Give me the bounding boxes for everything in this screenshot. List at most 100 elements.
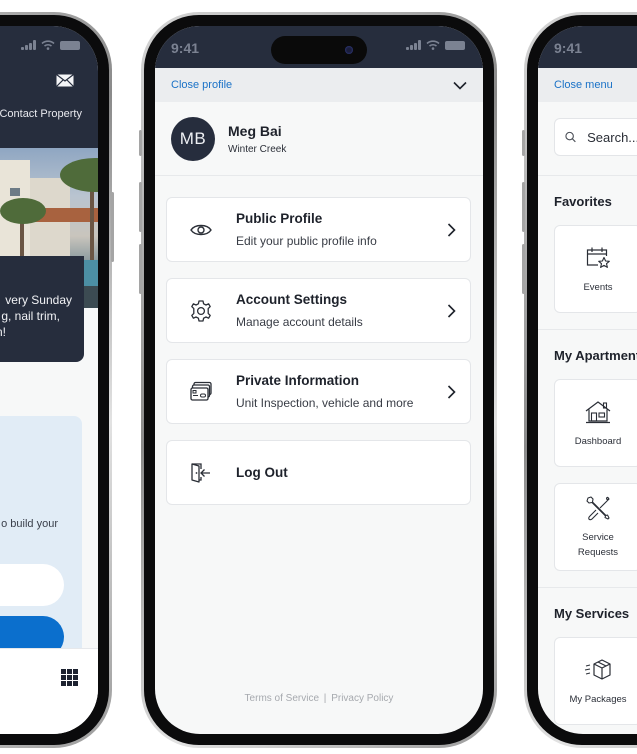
avatar: MB xyxy=(171,116,215,161)
tile-dashboard[interactable]: Dashboard xyxy=(554,379,637,467)
phone-right: 9:41 Close menu Favorites Events My A xyxy=(522,12,637,748)
side-button xyxy=(522,244,525,294)
terms-of-service-link[interactable]: Terms of Service xyxy=(245,693,319,704)
side-button xyxy=(111,192,114,262)
menu-item-account-settings[interactable]: Account Settings Manage account details xyxy=(166,278,471,343)
menu-item-text: Account Settings Manage account details xyxy=(236,292,363,329)
house-icon xyxy=(585,400,611,423)
menu-item-text: Private Information Unit Inspection, veh… xyxy=(236,373,413,410)
chevron-down-icon[interactable] xyxy=(453,81,467,90)
cards-icon xyxy=(189,380,213,404)
battery-icon xyxy=(445,40,465,50)
dynamic-island xyxy=(271,36,367,64)
chevron-right-icon xyxy=(447,303,456,318)
search-box[interactable] xyxy=(554,118,637,156)
search-icon xyxy=(565,131,576,143)
menu-item-description: Unit Inspection, vehicle and more xyxy=(236,396,414,410)
promo-line: very Sunday xyxy=(5,293,72,307)
menu-item-title: Log Out xyxy=(236,465,288,480)
menu-screen: 9:41 Close menu Favorites Events My A xyxy=(538,26,637,734)
close-menu-bar[interactable]: Close menu xyxy=(538,68,637,102)
mail-icon[interactable] xyxy=(56,74,74,87)
signal-icon xyxy=(406,40,421,50)
menu-item-public-profile[interactable]: Public Profile Edit your public profile … xyxy=(166,197,471,262)
user-community: Winter Creek xyxy=(228,143,287,155)
status-bar: 9:41 xyxy=(155,26,483,68)
menu-item-description: Manage account details xyxy=(236,315,363,329)
tile-events[interactable]: Events xyxy=(554,225,637,313)
home-screen: Contact Property very Sunday g, nail tri… xyxy=(0,26,98,734)
gear-icon xyxy=(189,299,213,323)
battery-icon xyxy=(60,40,80,50)
bottom-bar xyxy=(0,648,98,734)
chevron-right-icon xyxy=(447,384,456,399)
cta-input[interactable] xyxy=(0,564,64,606)
section-title: My Services xyxy=(554,606,630,621)
menu-item-title: Private Information xyxy=(236,373,360,388)
system-icons xyxy=(21,40,80,50)
tile-my-packages[interactable]: My Packages xyxy=(554,637,637,725)
package-icon xyxy=(584,658,611,680)
camera-icon xyxy=(345,46,353,54)
side-button xyxy=(139,244,142,294)
tile-label: Events xyxy=(583,281,613,293)
side-button xyxy=(139,182,142,232)
close-profile-link[interactable]: Close profile xyxy=(171,79,232,91)
profile-screen: 9:41 Close profile MB Meg Bai Winter Cre… xyxy=(155,26,483,734)
promo-line: ion! xyxy=(0,325,6,339)
phone-bezel: 9:41 Close menu Favorites Events My A xyxy=(527,15,637,745)
promo-line: g, nail trim, xyxy=(1,309,60,323)
profile-text: Meg Bai Winter Creek xyxy=(228,123,286,155)
section-my-apartment: My Apartment Dashboard Service Requests xyxy=(538,330,637,588)
footer-separator: | xyxy=(323,693,327,704)
side-button xyxy=(522,130,525,156)
home-header: Contact Property xyxy=(0,68,98,148)
tile-label: My Packages xyxy=(569,693,627,705)
tile-label: Dashboard xyxy=(574,435,622,447)
menu-item-log-out[interactable]: Log Out xyxy=(166,440,471,505)
footer-links: Terms of Service | Privacy Policy xyxy=(155,693,483,704)
status-bar xyxy=(0,26,98,68)
close-profile-bar[interactable]: Close profile xyxy=(155,68,483,102)
search-area xyxy=(538,102,637,176)
user-name: Meg Bai xyxy=(228,122,282,139)
status-time: 9:41 xyxy=(171,40,200,56)
section-favorites: Favorites Events xyxy=(538,176,637,330)
menu-item-text: Log Out xyxy=(236,465,288,480)
cta-text: o build your xyxy=(1,518,58,530)
section-title: My Apartment xyxy=(554,348,637,363)
menu-item-title: Account Settings xyxy=(236,292,348,307)
calendar-star-icon xyxy=(586,247,610,268)
search-input[interactable] xyxy=(587,129,637,145)
profile-menu: Public Profile Edit your public profile … xyxy=(155,176,483,505)
logout-door-icon xyxy=(189,461,213,485)
phone-bezel: 9:41 Close profile MB Meg Bai Winter Cre… xyxy=(144,15,494,745)
cta-box: y! ent o build your xyxy=(0,416,82,670)
promo-card[interactable]: very Sunday g, nail trim, ion! xyxy=(0,256,84,362)
menu-item-private-information[interactable]: Private Information Unit Inspection, veh… xyxy=(166,359,471,424)
phone-left: Contact Property very Sunday g, nail tri… xyxy=(0,12,114,748)
menu-item-text: Public Profile Edit your public profile … xyxy=(236,211,377,248)
status-time: 9:41 xyxy=(554,40,583,56)
side-button xyxy=(139,130,142,156)
phone-bezel: Contact Property very Sunday g, nail tri… xyxy=(0,15,109,745)
app-grid-icon[interactable] xyxy=(61,669,78,686)
phone-center: 9:41 Close profile MB Meg Bai Winter Cre… xyxy=(139,12,497,748)
system-icons xyxy=(406,40,465,50)
section-my-services: My Services My Packages xyxy=(538,588,637,734)
section-title: Favorites xyxy=(554,194,612,209)
wifi-icon xyxy=(41,40,55,50)
profile-header: MB Meg Bai Winter Creek xyxy=(155,102,483,176)
wifi-icon xyxy=(426,40,440,50)
side-button xyxy=(522,182,525,232)
menu-item-description: Edit your public profile info xyxy=(236,234,377,248)
menu-item-title: Public Profile xyxy=(236,211,323,226)
tile-label: Service Requests xyxy=(577,532,619,558)
privacy-policy-link[interactable]: Privacy Policy xyxy=(331,693,393,704)
close-menu-link[interactable]: Close menu xyxy=(554,79,613,91)
tile-service-requests[interactable]: Service Requests xyxy=(554,483,637,571)
chevron-right-icon xyxy=(447,222,456,237)
contact-property-link[interactable]: Contact Property xyxy=(0,108,82,120)
tools-icon xyxy=(586,496,610,521)
status-bar: 9:41 xyxy=(538,26,637,68)
